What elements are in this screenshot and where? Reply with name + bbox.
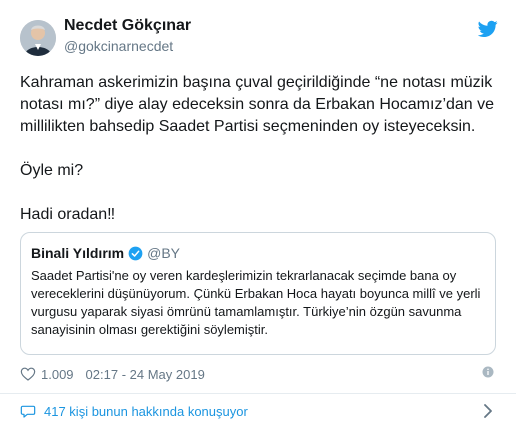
tweet-meta: 1.009 02:17 - 24 May 2019 <box>20 364 205 384</box>
author-name[interactable]: Necdet Gökçınar <box>64 17 191 35</box>
quoted-author-name: Binali Yıldırım <box>31 245 125 261</box>
quoted-author-handle: @BY <box>147 245 180 261</box>
quoted-tweet-text: Saadet Partisi'ne oy veren kardeşlerimiz… <box>31 268 481 337</box>
tweet-paragraph: Kahraman askerimizin başına çuval geçiri… <box>20 74 495 135</box>
tweet-text: Kahraman askerimizin başına çuval geçiri… <box>20 72 500 226</box>
author-handle[interactable]: @gokcinarnecdet <box>64 38 173 54</box>
like-count[interactable]: 1.009 <box>41 367 74 382</box>
embedded-tweet: Necdet Gökçınar @gokcinarnecdet Kahraman… <box>0 0 516 433</box>
twitter-bird-icon[interactable] <box>478 20 498 38</box>
quoted-tweet-header: Binali Yıldırım @BY <box>31 245 180 261</box>
chevron-right-icon[interactable] <box>483 404 493 418</box>
conversation-link[interactable]: 417 kişi bunun hakkında konuşuyor <box>20 401 248 421</box>
conversation-label[interactable]: 417 kişi bunun hakkında konuşuyor <box>44 404 248 419</box>
tweet-paragraph: Hadi oradan‼ <box>20 206 116 223</box>
verified-badge-icon <box>128 246 143 260</box>
comment-bubble-icon <box>20 405 36 418</box>
heart-icon[interactable] <box>20 366 36 382</box>
tweet-timestamp[interactable]: 02:17 - 24 May 2019 <box>86 367 205 382</box>
info-icon[interactable] <box>482 366 494 378</box>
divider <box>0 393 516 394</box>
tweet-paragraph: Öyle mi? <box>20 162 84 179</box>
author-avatar[interactable] <box>20 20 56 56</box>
quoted-tweet[interactable]: Binali Yıldırım @BY Saadet Partisi'ne oy… <box>20 232 496 355</box>
